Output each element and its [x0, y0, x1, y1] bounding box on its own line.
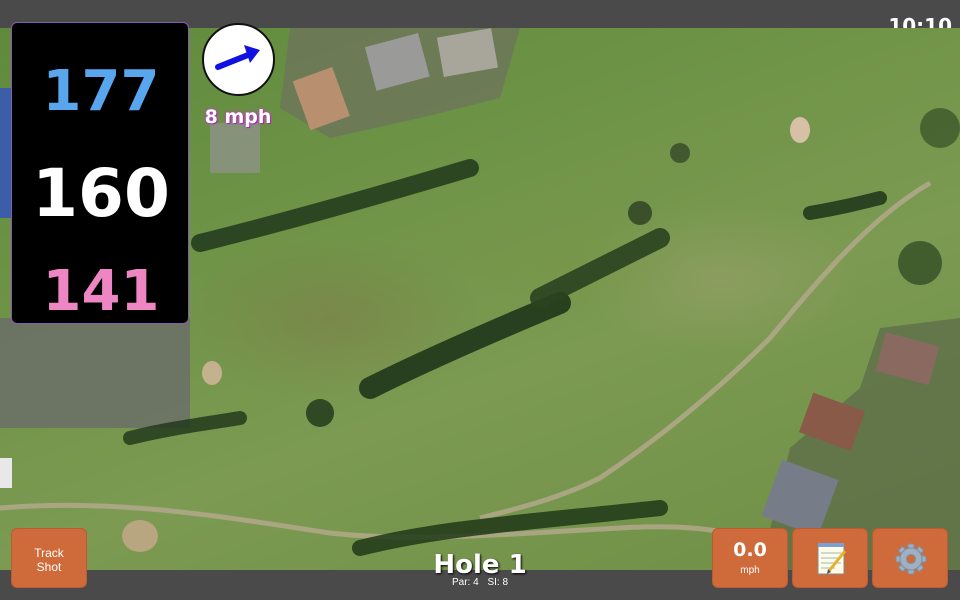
track-shot-button[interactable]: Track Shot: [11, 528, 87, 588]
track-shot-label-line1: Track: [34, 546, 64, 560]
middle-distance: 160: [32, 155, 170, 232]
hole-stroke-index: SI: 8: [487, 577, 509, 588]
track-shot-label-line2: Shot: [36, 560, 62, 574]
back-distance: 177: [42, 59, 160, 124]
hole-par: Par: 4: [451, 577, 479, 588]
wind-direction-indicator: [202, 23, 275, 96]
notepad-icon: [817, 543, 847, 575]
hole-title: Hole 1: [433, 550, 527, 580]
settings-button[interactable]: [872, 528, 948, 588]
front-distance: 141: [42, 259, 160, 324]
wind-speed-unit: mph: [740, 565, 760, 576]
wind-speed-value: 0.0: [733, 539, 767, 561]
hole-info: Par: 4 SI: 8: [380, 577, 580, 588]
arrow-right-icon: [215, 45, 260, 70]
wind-speed-button[interactable]: 0.0 mph: [712, 528, 788, 588]
distance-panel: 177 160 141: [11, 22, 189, 324]
wind-speed-label: 8 mph: [204, 106, 272, 128]
notes-button[interactable]: [792, 528, 868, 588]
gear-icon: [895, 543, 927, 575]
